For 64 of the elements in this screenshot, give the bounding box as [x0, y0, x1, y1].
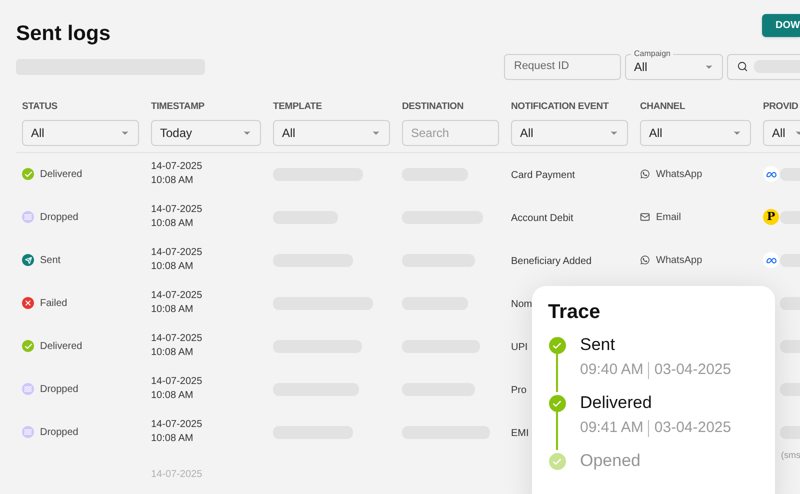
status-label: Dropped — [40, 382, 78, 396]
filter-select[interactable]: All — [763, 120, 800, 146]
trace-step-name: Opened — [580, 450, 640, 472]
timestamp-time: 10:08 AM — [151, 346, 194, 360]
event-label: Nom — [511, 299, 532, 310]
timestamp-date: 14-07-2025 — [151, 246, 204, 260]
column-header: TIMESTAMP — [151, 100, 206, 114]
event-label: Account Debit — [511, 213, 574, 224]
infinity-logo-icon — [763, 252, 779, 268]
channel-label: WhatsApp — [656, 168, 702, 182]
trace-step-time: 09:40 AM 03-04-2025 — [580, 360, 732, 380]
chat-bubble-icon — [640, 255, 650, 265]
trace-title: Trace — [548, 300, 602, 324]
search-icon — [737, 61, 748, 72]
chat-bubble-icon — [640, 169, 650, 179]
timestamp-date: 14-07-2025 — [151, 468, 204, 482]
infinity-logo-icon — [763, 166, 779, 182]
timestamp-date: 14-07-2025 — [151, 160, 204, 174]
channel-label: WhatsApp — [656, 254, 702, 268]
event-label: Pro — [511, 385, 527, 396]
timestamp-date: 14-07-2025 — [151, 203, 204, 217]
trace-step-name: Delivered — [580, 392, 653, 414]
status-label: Failed — [40, 296, 68, 310]
event-label: Card Payment — [511, 170, 575, 181]
channel-label: Email — [656, 210, 682, 224]
timestamp-time: 10:08 AM — [151, 303, 194, 317]
timestamp-date: 14-07-2025 — [151, 289, 204, 303]
column-header: STATUS — [22, 100, 58, 114]
column-header: PROVID — [763, 100, 800, 114]
timestamp-time: 10:08 AM — [151, 432, 194, 446]
provider-note: (sms — [781, 449, 800, 462]
filter-select[interactable]: Today — [151, 120, 261, 146]
status-label: Delivered — [40, 340, 82, 354]
timestamp-time: 10:08 AM — [151, 217, 194, 231]
timestamp-date: 14-07-2025 — [151, 332, 204, 346]
page-title: Sent logs — [16, 21, 111, 47]
status-label: Sent — [40, 254, 61, 268]
timestamp-date: 14-07-2025 — [151, 375, 204, 389]
status-label: Dropped — [40, 426, 78, 440]
event-label: UPI — [511, 342, 528, 353]
column-header: NOTIFICATION EVENT — [511, 100, 610, 114]
mail-icon — [640, 212, 650, 222]
trace-step-time: 09:41 AM 03-04-2025 — [580, 418, 732, 438]
send-circle-icon — [22, 254, 34, 266]
event-label: Beneficiary Added — [511, 256, 592, 267]
timestamp-time: 10:08 AM — [151, 260, 194, 274]
event-label: EMI — [511, 428, 529, 439]
filter-select[interactable]: All — [22, 120, 139, 146]
provider-logo-icon: P — [763, 209, 779, 225]
column-header: DESTINATION — [402, 100, 464, 114]
column-header: CHANNEL — [640, 100, 686, 114]
timestamp-date: 14-07-2025 — [151, 418, 204, 432]
search-field[interactable] — [727, 54, 800, 80]
filter-select[interactable]: All — [511, 120, 628, 146]
filter-select[interactable]: All — [273, 120, 390, 146]
column-header: TEMPLATE — [273, 100, 323, 114]
timestamp-time: 10:08 AM — [151, 174, 194, 188]
status-label: Dropped — [40, 210, 78, 224]
status-label: Delivered — [40, 168, 82, 182]
timestamp-time: 10:08 AM — [151, 389, 194, 403]
download-button[interactable]: DOW — [762, 14, 800, 37]
filter-select[interactable]: All — [640, 120, 751, 146]
trace-step-name: Sent — [580, 334, 616, 356]
request-id-field[interactable]: Request ID — [504, 54, 621, 80]
